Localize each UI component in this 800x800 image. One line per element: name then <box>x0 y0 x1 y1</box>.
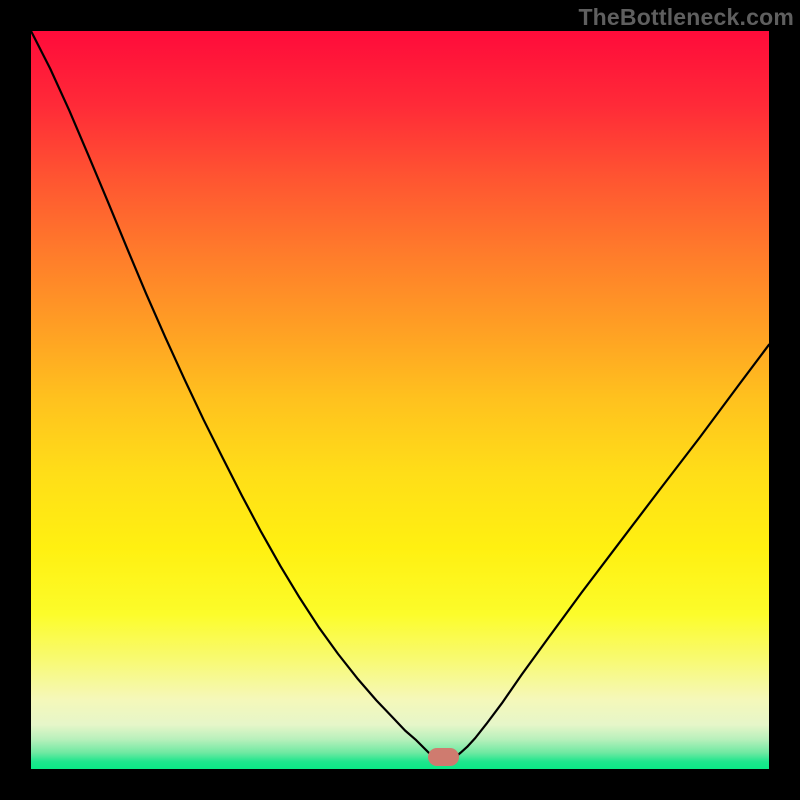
bottleneck-curve <box>31 31 769 769</box>
chart-frame: TheBottleneck.com <box>0 0 800 800</box>
plot-area <box>31 31 769 769</box>
optimum-marker <box>428 748 459 766</box>
watermark-text: TheBottleneck.com <box>578 4 794 31</box>
